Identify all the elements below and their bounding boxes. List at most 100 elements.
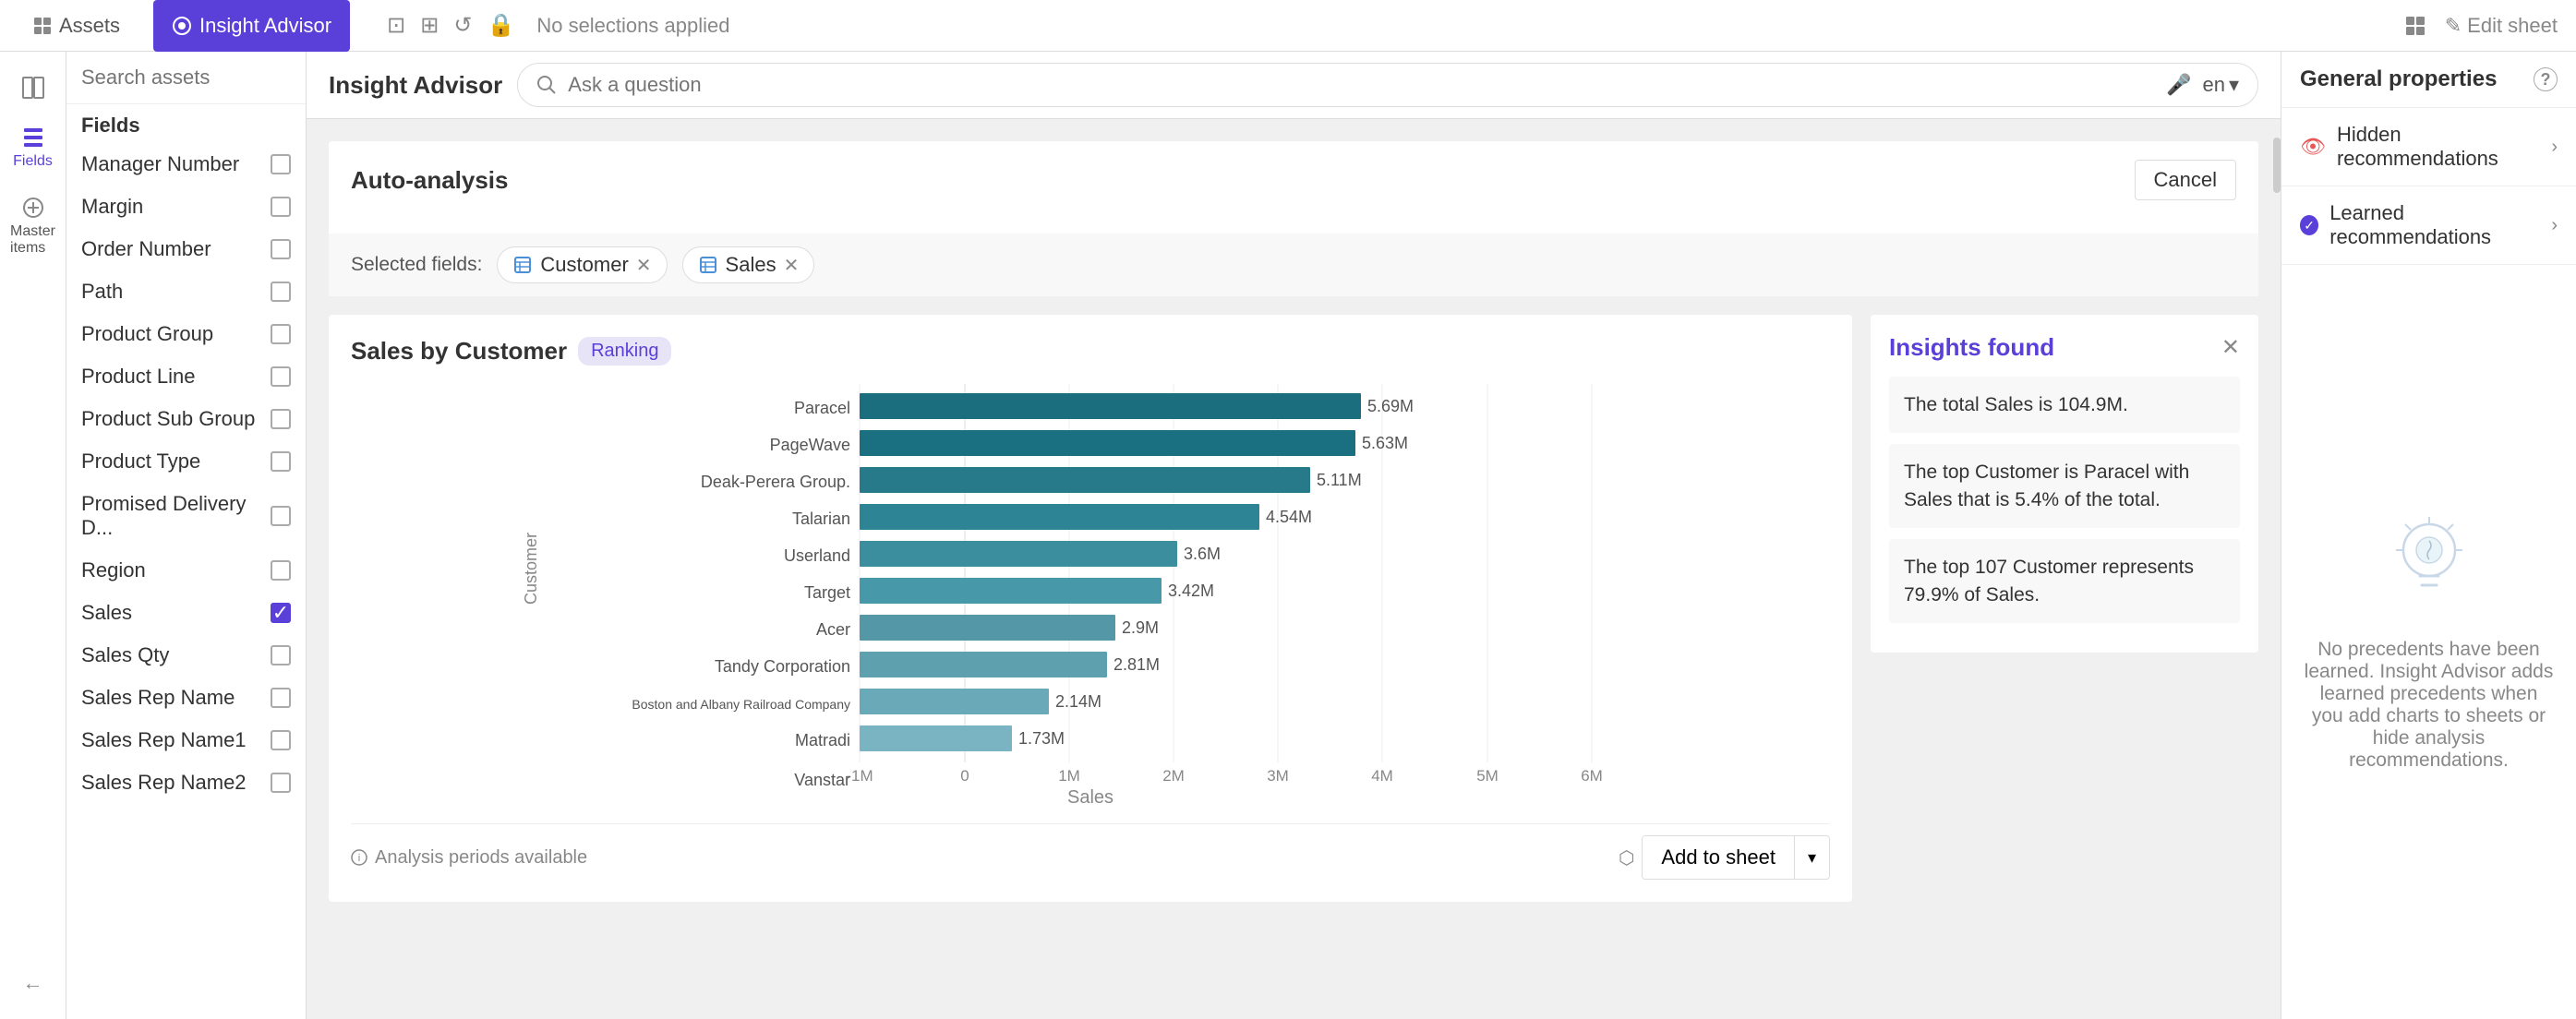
insights-header: Insights found ✕ [1889,333,2240,362]
fields-label: Fields [13,153,53,170]
field-item[interactable]: Sales Rep Name1 [66,719,306,761]
add-to-sheet-button-group[interactable]: Add to sheet ▾ [1642,835,1830,880]
scan-icon[interactable]: ⊡ [387,12,405,39]
svg-text:5.69M: 5.69M [1367,397,1414,415]
svg-text:Paracel: Paracel [794,399,850,417]
content-scrollbar[interactable] [2273,119,2281,1019]
scrollbar-thumb[interactable] [2273,138,2281,193]
selected-fields-bar: Selected fields: Customer ✕ [329,234,2258,296]
svg-text:Userland: Userland [784,546,850,565]
svg-text:0: 0 [960,767,969,785]
svg-text:5.63M: 5.63M [1362,434,1408,452]
field-checkbox[interactable] [271,197,291,217]
field-checkbox[interactable] [271,645,291,665]
analysis-periods: i Analysis periods available [351,847,587,869]
sales-chip: Sales ✕ [682,246,815,283]
field-item[interactable]: Manager Number [66,143,306,186]
chart-insights-row: Sales by Customer Ranking [329,315,2258,917]
center-content: Insight Advisor 🎤 en ▾ Auto-analysis [307,52,2281,1019]
field-item[interactable]: Sales Rep Name2 [66,761,306,804]
field-item[interactable]: Region [66,549,306,592]
svg-text:Tandy Corporation: Tandy Corporation [715,657,850,676]
share-icon[interactable]: ⬡ [1619,846,1634,869]
search-bar[interactable]: 🎤 en ▾ [517,63,2258,107]
cancel-button[interactable]: Cancel [2135,160,2236,200]
auto-analysis-area: Auto-analysis Cancel Selected fields: [307,119,2281,1019]
svg-text:Vanstar: Vanstar [794,771,850,789]
svg-text:6M: 6M [1581,767,1603,785]
field-checkbox[interactable] [271,730,291,750]
insight-advisor-nav-item[interactable]: Insight Advisor [153,0,350,52]
field-checkbox[interactable] [271,560,291,581]
field-item[interactable]: Promised Delivery D... [66,483,306,549]
edit-icon: ✎ [2445,14,2462,38]
field-item[interactable]: Product Type [66,440,306,483]
add-to-sheet-main-button[interactable]: Add to sheet [1643,836,1795,879]
field-checkbox[interactable] [271,154,291,174]
hidden-recommendations-item[interactable]: 👁 Hidden recommendations › [2281,108,2576,186]
microphone-icon[interactable]: 🎤 [2166,73,2191,97]
field-checkbox[interactable]: ✓ [271,603,291,623]
fields-icon [21,126,45,150]
assets-nav-item[interactable]: Assets [18,14,135,38]
svg-text:Deak-Perera Group.: Deak-Perera Group. [701,473,850,491]
select-icon[interactable]: ⊞ [420,12,439,39]
fields-list: Manager NumberMarginOrder NumberPathProd… [66,143,306,1019]
grid-view-button[interactable] [2404,15,2426,37]
field-item[interactable]: Sales Qty [66,634,306,677]
field-checkbox[interactable] [271,324,291,344]
insights-close-button[interactable]: ✕ [2221,334,2240,361]
auto-analysis-title: Auto-analysis [351,166,509,195]
field-checkbox[interactable] [271,366,291,387]
field-name: Region [81,558,146,582]
hidden-recommendations-label: Hidden recommendations [2337,123,2551,171]
sidebar-item-fields[interactable]: Fields [4,116,63,179]
master-items-icon [21,196,45,220]
field-item[interactable]: Product Group [66,313,306,355]
svg-text:Boston and Albany Railroad Com: Boston and Albany Railroad Company [632,697,850,712]
customer-chip-close[interactable]: ✕ [636,254,652,277]
field-checkbox[interactable] [271,282,291,302]
sales-chip-close[interactable]: ✕ [784,254,800,277]
no-precedents-area: No precedents have been learned. Insight… [2281,265,2576,1019]
field-item[interactable]: Margin [66,186,306,228]
search-icon [536,75,557,95]
svg-text:4M: 4M [1371,767,1393,785]
field-item[interactable]: Product Line [66,355,306,398]
field-item[interactable]: Product Sub Group [66,398,306,440]
lightbulb-illustration [2383,513,2475,624]
language-selector[interactable]: en ▾ [2202,73,2239,97]
sidebar-collapse-button[interactable]: ← [4,962,63,1004]
field-checkbox[interactable] [271,688,291,708]
edit-sheet-button[interactable]: ✎ Edit sheet [2445,14,2558,38]
field-item[interactable]: Sales✓ [66,592,306,634]
field-item[interactable]: Order Number [66,228,306,270]
field-checkbox[interactable] [271,773,291,793]
sidebar-item-master-items[interactable]: Master items [4,186,63,266]
page-title: Insight Advisor [329,71,502,100]
field-checkbox[interactable] [271,409,291,429]
field-item[interactable]: Sales Rep Name [66,677,306,719]
lock-icon[interactable]: 🔒 [487,12,514,39]
svg-text:Target: Target [804,583,850,602]
collapse-icon: ← [23,971,43,995]
field-item[interactable]: Path [66,270,306,313]
field-checkbox[interactable] [271,506,291,526]
add-to-sheet-dropdown-button[interactable]: ▾ [1795,839,1829,877]
field-name: Sales Rep Name2 [81,771,247,795]
search-input[interactable] [81,66,291,90]
field-checkbox[interactable] [271,239,291,259]
field-checkbox[interactable] [271,451,291,472]
learned-recommendations-item[interactable]: ✓ Learned recommendations › [2281,186,2576,265]
sidebar-item-panels[interactable] [4,66,63,109]
svg-text:5M: 5M [1476,767,1499,785]
help-icon[interactable]: ? [2534,67,2558,91]
learned-recommendations-label: Learned recommendations [2329,201,2551,249]
ask-question-input[interactable] [568,73,2155,97]
customer-chip: Customer ✕ [497,246,667,283]
table-icon-2 [700,257,716,273]
insight-advisor-icon [172,16,192,36]
svg-text:3M: 3M [1267,767,1289,785]
master-items-label: Master items [10,223,55,257]
undo-icon[interactable]: ↺ [453,12,472,39]
